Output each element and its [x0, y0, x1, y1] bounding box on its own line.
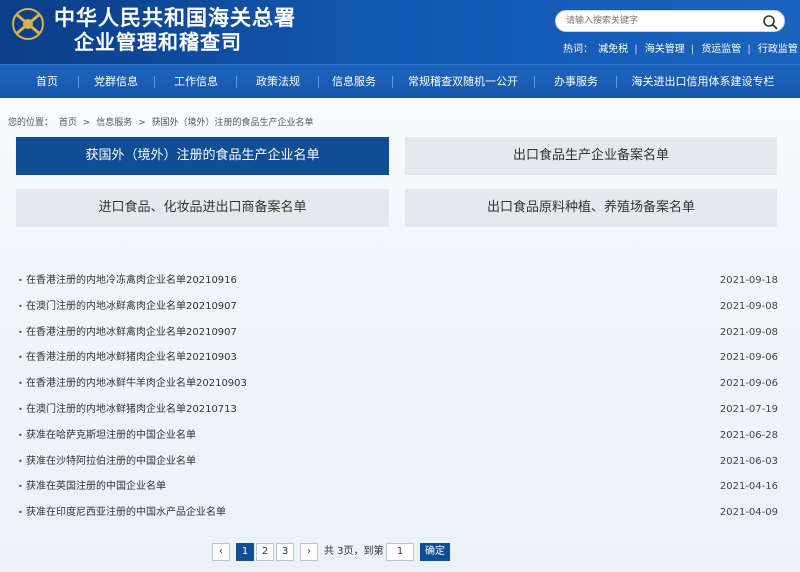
breadcrumb: 您的位置： 首页 > 信息服务 > 获国外（境外）注册的食品生产企业名单 [8, 115, 317, 128]
page-button-3[interactable]: 3 [276, 543, 294, 561]
breadcrumb-separator: > [82, 118, 91, 128]
breadcrumb-current[interactable]: 获国外（境外）注册的食品生产企业名单 [152, 118, 314, 128]
hot-words: 热词： 减免税 | 海关管理 | 货运监管 | 行政监管 [563, 40, 800, 55]
list-item-date: 2021-09-18 [719, 275, 778, 286]
list-item-date: 2021-09-08 [719, 326, 778, 338]
divider: | [634, 44, 638, 55]
bullet-icon: • [18, 379, 23, 389]
list-item-date: 2021-09-06 [719, 352, 778, 364]
site-title-line2: 企业管理和稽查司 [74, 30, 242, 54]
customs-emblem-icon[interactable] [10, 6, 46, 42]
search-icon[interactable] [762, 14, 778, 30]
site-title-line1: 中华人民共和国海关总署 [54, 5, 296, 30]
bullet-icon: • [18, 508, 23, 518]
category-tab-raw-material-farms[interactable]: 出口食品原料种植、养殖场备案名单 [405, 189, 777, 227]
list-item[interactable]: • 获准在沙特阿拉伯注册的中国企业名单 2021-06-03 [18, 449, 782, 475]
category-tab-export-production[interactable]: 出口食品生产企业备案名单 [405, 137, 777, 175]
search-input[interactable] [566, 13, 756, 29]
list-item-title[interactable]: 在香港注册的内地冰鲜禽肉企业名单20210907 [26, 320, 237, 346]
breadcrumb-prefix: 您的位置： [8, 118, 54, 128]
nav-divider [236, 76, 237, 88]
list-item-title[interactable]: 获准在印度尼西亚注册的中国水产品企业名单 [26, 500, 226, 526]
search-box [555, 10, 785, 32]
main-nav: 首页 党群信息 工作信息 政策法规 信息服务 常规稽查双随机一公开 办事服务 海… [0, 64, 800, 98]
nav-item-services[interactable]: 办事服务 [538, 65, 614, 99]
nav-divider [534, 76, 535, 88]
list-item[interactable]: • 在香港注册的内地冷冻禽肉企业名单20210916 2021-09-18 [18, 268, 782, 294]
nav-item-party[interactable]: 党群信息 [80, 65, 152, 99]
nav-item-home[interactable]: 首页 [16, 65, 78, 99]
list-item-date: 2021-06-28 [719, 429, 778, 441]
list-item-title[interactable]: 在香港注册的内地冰鲜猪肉企业名单20210903 [26, 345, 237, 371]
list-item[interactable]: • 在香港注册的内地冰鲜禽肉企业名单20210907 2021-09-08 [18, 320, 782, 346]
hot-link[interactable]: 减免税 [598, 44, 628, 55]
list-item[interactable]: • 在澳门注册的内地冰鲜猪肉企业名单20210713 2021-07-19 [18, 397, 782, 423]
hot-link[interactable]: 行政监管 [758, 44, 798, 55]
list-item-date: 2021-04-09 [719, 507, 778, 519]
bullet-icon: • [18, 276, 23, 285]
category-tab-import-traders[interactable]: 进口食品、化妆品进出口商备案名单 [16, 189, 389, 227]
list-item-title[interactable]: 在香港注册的内地冷冻禽肉企业名单20210916 [26, 268, 237, 294]
bullet-icon: • [18, 353, 23, 363]
list-item-title[interactable]: 获准在英国注册的中国企业名单 [26, 474, 166, 500]
list-item[interactable]: • 在香港注册的内地冰鲜牛羊肉企业名单20210903 2021-09-06 [18, 371, 782, 397]
nav-divider [154, 76, 155, 88]
list-item-date: 2021-07-19 [719, 403, 778, 415]
list-item-date: 2021-04-16 [719, 481, 778, 493]
list-item-title[interactable]: 在澳门注册的内地冰鲜猪肉企业名单20210713 [26, 397, 237, 423]
list-item-title[interactable]: 在澳门注册的内地冰鲜禽肉企业名单20210907 [26, 294, 237, 320]
bullet-icon: • [18, 482, 23, 492]
goto-page-input[interactable]: 1 [386, 543, 414, 561]
prev-page-button[interactable]: ‹ [212, 543, 230, 561]
divider: | [747, 44, 751, 55]
list-item[interactable]: • 获准在英国注册的中国企业名单 2021-04-16 [18, 474, 782, 500]
pagination-total-text: 共 3页，到第 [324, 546, 384, 557]
nav-divider [616, 76, 617, 88]
breadcrumb-home[interactable]: 首页 [59, 118, 77, 128]
list-item-date: 2021-09-08 [719, 300, 778, 312]
nav-item-info-service[interactable]: 信息服务 [320, 65, 388, 99]
list-item[interactable]: • 获准在哈萨克斯坦注册的中国企业名单 2021-06-28 [18, 423, 782, 449]
nav-item-work[interactable]: 工作信息 [158, 65, 234, 99]
nav-divider [392, 76, 393, 88]
category-tab-foreign-registered[interactable]: 获国外（境外）注册的食品生产企业名单 [16, 137, 389, 175]
site-header: 中华人民共和国海关总署 企业管理和稽查司 热词： 减免税 | 海关管理 | 货运监管… [0, 0, 800, 64]
list-item-title[interactable]: 在香港注册的内地冰鲜牛羊肉企业名单20210903 [26, 371, 247, 397]
list-item-date: 2021-06-03 [719, 455, 778, 467]
list-item[interactable]: • 获准在印度尼西亚注册的中国水产品企业名单 2021-04-09 [18, 500, 782, 526]
list-item[interactable]: • 在香港注册的内地冰鲜猪肉企业名单20210903 2021-09-06 [18, 345, 782, 371]
list-item-title[interactable]: 获准在沙特阿拉伯注册的中国企业名单 [26, 449, 196, 475]
hot-words-label: 热词： [563, 44, 593, 55]
article-list: • 在香港注册的内地冷冻禽肉企业名单20210916 2021-09-18 • 在澳门… [18, 268, 782, 526]
bullet-icon: • [18, 430, 23, 440]
nav-divider [78, 76, 79, 88]
nav-divider [318, 76, 319, 88]
nav-item-audit[interactable]: 常规稽查双随机一公开 [394, 65, 532, 99]
list-item-title[interactable]: 获准在哈萨克斯坦注册的中国企业名单 [26, 423, 196, 449]
bullet-icon: • [18, 404, 23, 414]
nav-item-policy[interactable]: 政策法规 [240, 65, 316, 99]
page-button-2[interactable]: 2 [256, 543, 274, 561]
hot-link[interactable]: 货运监管 [701, 44, 741, 55]
hot-link[interactable]: 海关管理 [645, 44, 685, 55]
goto-confirm-button[interactable]: 确定 [420, 543, 450, 561]
page-button-1[interactable]: 1 [236, 543, 254, 561]
list-item[interactable]: • 在澳门注册的内地冰鲜禽肉企业名单20210907 2021-09-08 [18, 294, 782, 320]
breadcrumb-separator: > [138, 118, 146, 128]
bullet-icon: • [18, 301, 23, 311]
divider: | [690, 44, 695, 55]
breadcrumb-info-service[interactable]: 信息服务 [96, 118, 132, 128]
list-item-date: 2021-09-06 [719, 378, 778, 390]
bullet-icon: • [18, 456, 23, 466]
bullet-icon: • [18, 327, 23, 337]
site-title[interactable]: 中华人民共和国海关总署 企业管理和稽查司 [54, 5, 296, 55]
nav-item-credit[interactable]: 海关进出口信用体系建设专栏 [620, 65, 786, 99]
next-page-button[interactable]: › [300, 543, 318, 561]
